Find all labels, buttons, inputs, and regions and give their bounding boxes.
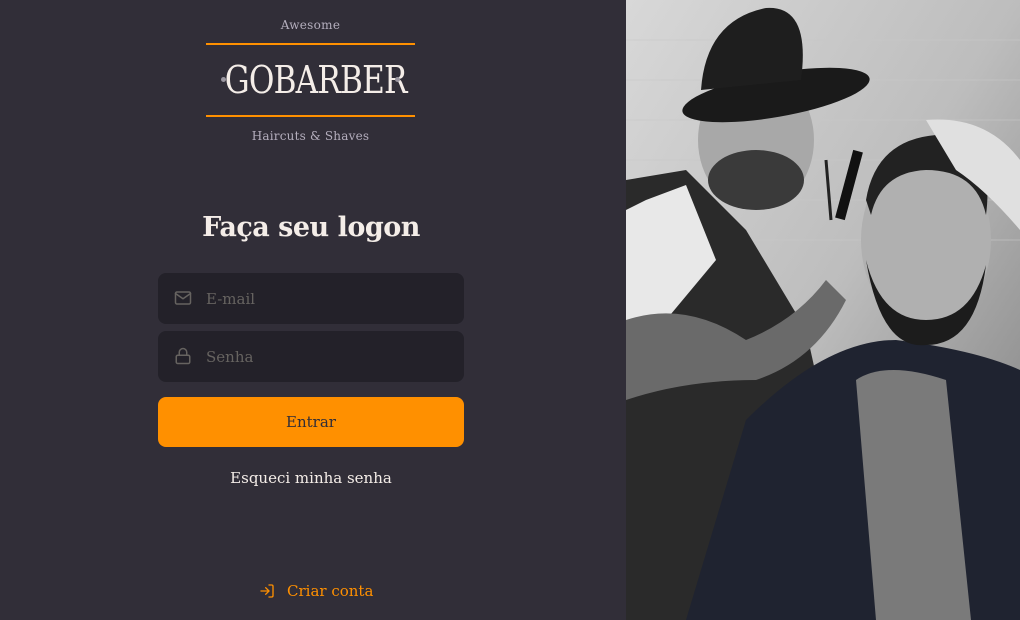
barber-photo-illustration: [626, 0, 1020, 620]
log-in-icon: [260, 584, 274, 598]
login-button[interactable]: Entrar: [158, 397, 464, 447]
create-account-link[interactable]: Criar conta: [259, 582, 373, 600]
email-input[interactable]: [206, 273, 456, 324]
email-field[interactable]: [158, 273, 464, 324]
mail-icon: [174, 291, 192, 305]
barber-photo: [626, 0, 1020, 620]
logo-dot-right: [395, 77, 400, 82]
password-input[interactable]: [206, 331, 456, 382]
logo-brand-name: GOBARBER: [224, 58, 408, 102]
logo-divider-top: [206, 43, 415, 45]
lock-icon: [175, 347, 191, 365]
page-title: Faça seu logon: [202, 212, 420, 243]
login-panel: Awesome GOBARBER Haircuts & Shaves Faça …: [0, 0, 626, 620]
logo-tagline-top: Awesome: [280, 18, 341, 32]
logo-tagline-bottom: Haircuts & Shaves: [251, 129, 370, 143]
forgot-password-link[interactable]: Esqueci minha senha: [0, 469, 622, 487]
password-field[interactable]: [158, 331, 464, 382]
gobarber-logo: Awesome GOBARBER Haircuts & Shaves: [206, 14, 415, 146]
logo-divider-bottom: [206, 115, 415, 117]
create-account-label: Criar conta: [287, 582, 374, 600]
